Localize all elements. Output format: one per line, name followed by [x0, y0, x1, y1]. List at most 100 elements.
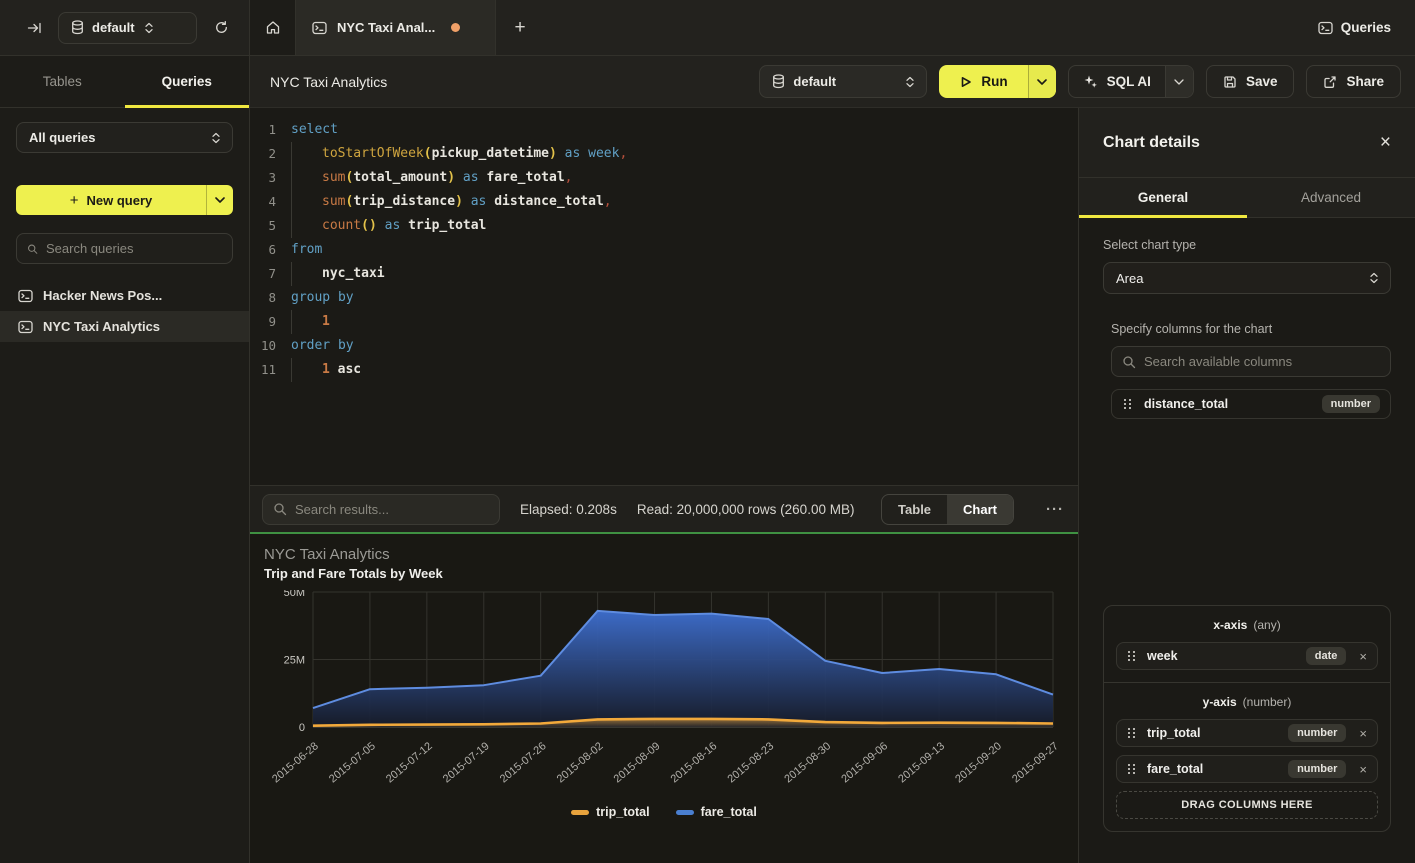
y-axis-chip-trip-total[interactable]: trip_total number × — [1116, 719, 1378, 747]
line-number: 10 — [250, 334, 276, 358]
code-text: sum(trip_distance) as distance_total, — [291, 190, 612, 214]
drag-handle-icon[interactable] — [1124, 398, 1132, 410]
editor-line[interactable]: 7nyc_taxi — [250, 262, 1078, 286]
columns-section: Specify columns for the chart distance_t… — [1103, 322, 1391, 419]
database-icon — [772, 74, 785, 89]
share-button[interactable]: Share — [1306, 65, 1401, 98]
x-tick-label: 2015-08-02 — [555, 740, 606, 785]
search-results-box[interactable] — [262, 494, 500, 525]
tab-nyc-taxi-analytics[interactable]: NYC Taxi Anal... — [296, 0, 496, 55]
query-terminal-icon — [18, 289, 33, 303]
y-axis-chip-fare-total[interactable]: fare_total number × — [1116, 755, 1378, 783]
new-query-button[interactable]: + New query — [16, 185, 233, 215]
search-icon — [27, 242, 38, 256]
line-number: 3 — [250, 166, 276, 190]
remove-icon[interactable]: × — [1359, 726, 1367, 741]
x-tick-label: 2015-09-13 — [896, 740, 947, 785]
column-type-badge: date — [1306, 647, 1347, 665]
drag-handle-icon[interactable] — [1128, 727, 1136, 739]
database-icon — [71, 20, 84, 35]
editor-line[interactable]: 3sum(total_amount) as fare_total, — [250, 166, 1078, 190]
sidebar-item-nyc-taxi[interactable]: NYC Taxi Analytics — [0, 311, 249, 342]
sidebar-tabs: Tables Queries — [0, 56, 249, 108]
sql-editor[interactable]: 1select2toStartOfWeek(pickup_datetime) a… — [250, 108, 1078, 485]
sql-ai-dropdown[interactable] — [1166, 66, 1193, 97]
search-columns-input[interactable] — [1144, 354, 1380, 369]
run-dropdown[interactable] — [1029, 65, 1056, 98]
tab-strip: NYC Taxi Anal... + — [250, 0, 1294, 55]
refresh-icon[interactable] — [207, 14, 235, 42]
x-tick-label: 2015-07-05 — [327, 740, 378, 785]
tab-advanced[interactable]: Advanced — [1247, 178, 1415, 217]
chart-details-panel: Chart details × General Advanced Select … — [1078, 108, 1415, 863]
column-name: distance_total — [1144, 397, 1310, 411]
updown-chevron-icon — [210, 131, 222, 145]
sidebar-item-hacker-news[interactable]: Hacker News Pos... — [0, 280, 249, 311]
home-tab[interactable] — [250, 0, 296, 55]
y-axis-title: y-axis(number) — [1116, 695, 1378, 709]
sql-ai-button[interactable]: SQL AI — [1068, 65, 1194, 98]
area-chart[interactable]: 025M50M2015-06-282015-07-052015-07-12201… — [250, 590, 1078, 805]
chart-details-tabs: General Advanced — [1079, 178, 1415, 218]
save-button[interactable]: Save — [1206, 65, 1295, 98]
search-icon — [1122, 355, 1136, 369]
new-query-dropdown[interactable] — [207, 185, 233, 215]
new-query-main[interactable]: + New query — [16, 185, 207, 215]
x-axis-chip-week[interactable]: week date × — [1116, 642, 1378, 670]
chevron-down-icon — [1174, 79, 1184, 85]
x-tick-label: 2015-09-27 — [1010, 740, 1061, 785]
close-icon[interactable]: × — [1380, 133, 1391, 152]
editor-line[interactable]: 8group by — [250, 286, 1078, 310]
editor-line[interactable]: 4sum(trip_distance) as distance_total, — [250, 190, 1078, 214]
table-view-button[interactable]: Table — [882, 495, 947, 524]
editor-line[interactable]: 5count() as trip_total — [250, 214, 1078, 238]
chart-title: NYC Taxi Analytics — [264, 546, 390, 563]
remove-icon[interactable]: × — [1359, 762, 1367, 777]
axis-configuration: x-axis(any) week date × y-axis(number) t… — [1103, 605, 1391, 832]
more-options-icon[interactable]: ··· — [1046, 501, 1064, 518]
legend-item-fare-total[interactable]: fare_total — [676, 805, 757, 819]
header-database-selector[interactable]: default — [759, 65, 927, 98]
chart-type-select[interactable]: Area — [1103, 262, 1391, 294]
chart-view-button[interactable]: Chart — [947, 495, 1013, 524]
search-queries-box[interactable] — [16, 233, 233, 264]
legend-item-trip-total[interactable]: trip_total — [571, 805, 649, 819]
search-results-input[interactable] — [295, 502, 489, 517]
new-tab-button[interactable]: + — [496, 0, 544, 55]
collapse-sidebar-icon[interactable] — [20, 14, 48, 42]
chart-type-value: Area — [1116, 271, 1143, 286]
search-queries-input[interactable] — [46, 241, 222, 256]
share-label: Share — [1346, 74, 1384, 89]
sql-ai-main[interactable]: SQL AI — [1069, 66, 1166, 97]
chart-type-label: Select chart type — [1103, 238, 1391, 252]
drop-zone[interactable]: DRAG COLUMNS HERE — [1116, 791, 1378, 819]
x-axis-label: x-axis — [1213, 618, 1247, 632]
column-type-badge: number — [1288, 724, 1346, 742]
line-number: 5 — [250, 214, 276, 238]
sidebar-tab-queries[interactable]: Queries — [125, 56, 250, 107]
editor-line[interactable]: 111 asc — [250, 358, 1078, 382]
available-column-distance-total[interactable]: distance_total number — [1111, 389, 1391, 419]
editor-line[interactable]: 91 — [250, 310, 1078, 334]
sidebar-item-label: Hacker News Pos... — [43, 288, 162, 303]
tab-general[interactable]: General — [1079, 178, 1247, 217]
line-number: 7 — [250, 262, 276, 286]
editor-line[interactable]: 2toStartOfWeek(pickup_datetime) as week, — [250, 142, 1078, 166]
code-text: select — [291, 118, 338, 142]
database-selector[interactable]: default — [58, 12, 197, 44]
run-button-main[interactable]: Run — [939, 65, 1028, 98]
queries-filter-select[interactable]: All queries — [16, 122, 233, 153]
queries-shortcut[interactable]: Queries — [1294, 0, 1415, 55]
search-columns-box[interactable] — [1111, 346, 1391, 377]
sidebar-tab-tables[interactable]: Tables — [0, 56, 125, 107]
run-button[interactable]: Run — [939, 65, 1055, 98]
home-icon — [265, 20, 281, 35]
code-text: from — [291, 238, 322, 262]
editor-line[interactable]: 6from — [250, 238, 1078, 262]
editor-line[interactable]: 1select — [250, 118, 1078, 142]
editor-line[interactable]: 10order by — [250, 334, 1078, 358]
drag-handle-icon[interactable] — [1128, 650, 1136, 662]
remove-icon[interactable]: × — [1359, 649, 1367, 664]
sidebar-body: All queries + New query Hacker New — [0, 108, 249, 356]
drag-handle-icon[interactable] — [1128, 763, 1136, 775]
